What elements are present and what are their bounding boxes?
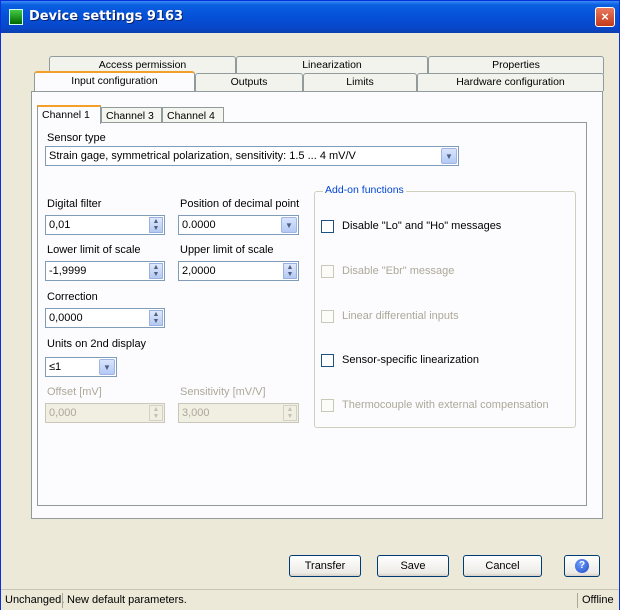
- tab-input-configuration[interactable]: Input configuration: [34, 71, 195, 91]
- window-title: Device settings 9163: [29, 9, 184, 24]
- spinner-icon[interactable]: ▲ ▼: [149, 217, 163, 233]
- disable-ebr-checkbox[interactable]: [321, 265, 334, 278]
- sensor-linearization-checkbox[interactable]: [321, 354, 334, 367]
- addon-functions-title: Add-on functions: [323, 184, 406, 196]
- digital-filter-value: 0,01: [49, 219, 71, 231]
- units-2nd-display-select[interactable]: ≤1 ▼: [45, 357, 117, 377]
- offset-value: 0,000: [49, 407, 77, 419]
- lower-limit-value: -1,9999: [49, 265, 87, 277]
- tab-hardware-configuration[interactable]: Hardware configuration: [417, 73, 604, 91]
- cancel-button[interactable]: Cancel: [463, 555, 542, 577]
- tab-limits[interactable]: Limits: [303, 73, 417, 91]
- digital-filter-label: Digital filter: [47, 198, 102, 210]
- status-state: Unchanged.: [5, 594, 65, 606]
- digital-filter-field[interactable]: 0,01 ▲ ▼: [45, 215, 165, 235]
- spinner-icon: ▲ ▼: [149, 405, 163, 421]
- decimal-point-select[interactable]: 0.0000 ▼: [178, 215, 299, 235]
- upper-limit-label: Upper limit of scale: [180, 244, 274, 256]
- help-icon: ?: [575, 559, 589, 573]
- spinner-icon[interactable]: ▲ ▼: [283, 263, 297, 279]
- help-button[interactable]: ?: [564, 555, 600, 577]
- correction-label: Correction: [47, 291, 98, 303]
- correction-field[interactable]: 0,0000 ▲ ▼: [45, 308, 165, 328]
- disable-lo-hi-checkbox[interactable]: [321, 220, 334, 233]
- spinner-icon[interactable]: ▲ ▼: [149, 310, 163, 326]
- sensor-type-label: Sensor type: [47, 132, 106, 144]
- spinner-icon[interactable]: ▲ ▼: [149, 263, 163, 279]
- sensitivity-value: 3,000: [182, 407, 210, 419]
- decimal-point-value: 0.0000: [182, 219, 216, 231]
- decimal-point-label: Position of decimal point: [180, 198, 300, 210]
- tab-linearization[interactable]: Linearization: [236, 56, 428, 74]
- app-icon: [9, 9, 23, 25]
- status-message: New default parameters.: [62, 593, 187, 608]
- units-2nd-display-label: Units on 2nd display: [47, 338, 147, 350]
- status-bar: Unchanged. New default parameters. Offli…: [1, 589, 619, 610]
- sensor-type-value: Strain gage, symmetrical polarization, s…: [49, 150, 356, 162]
- thermocouple-compensation-label: Thermocouple with external compensation: [342, 399, 549, 411]
- disable-ebr-label: Disable "Ebr" message: [342, 265, 455, 277]
- chevron-down-icon[interactable]: ▼: [281, 217, 297, 233]
- offset-label: Offset [mV]: [47, 386, 102, 398]
- thermocouple-compensation-checkbox[interactable]: [321, 399, 334, 412]
- close-button[interactable]: ×: [595, 7, 615, 27]
- title-bar[interactable]: Device settings 9163 ×: [1, 1, 619, 33]
- units-2nd-display-value: ≤1: [49, 361, 62, 373]
- tab-channel-1[interactable]: Channel 1: [37, 105, 101, 124]
- upper-limit-field[interactable]: 2,0000 ▲ ▼: [178, 261, 299, 281]
- linear-differential-label: Linear differential inputs: [342, 310, 459, 322]
- sensor-linearization-label: Sensor-specific linearization: [342, 354, 479, 366]
- lower-limit-label: Lower limit of scale: [47, 244, 141, 256]
- device-settings-window: Device settings 9163 × Access permission…: [0, 0, 620, 610]
- transfer-button[interactable]: Transfer: [289, 555, 361, 577]
- spinner-icon: ▲ ▼: [283, 405, 297, 421]
- lower-limit-field[interactable]: -1,9999 ▲ ▼: [45, 261, 165, 281]
- tab-properties[interactable]: Properties: [428, 56, 604, 74]
- chevron-down-icon[interactable]: ▼: [441, 148, 457, 164]
- sensitivity-label: Sensitivity [mV/V]: [180, 386, 266, 398]
- linear-differential-checkbox[interactable]: [321, 310, 334, 323]
- correction-value: 0,0000: [49, 312, 83, 324]
- status-connection: Offline: [577, 593, 614, 608]
- sensor-type-select[interactable]: Strain gage, symmetrical polarization, s…: [45, 146, 459, 166]
- upper-limit-value: 2,0000: [182, 265, 216, 277]
- tab-outputs[interactable]: Outputs: [195, 73, 303, 91]
- save-button[interactable]: Save: [377, 555, 449, 577]
- disable-lo-hi-label: Disable "Lo" and "Hо" messages: [342, 220, 502, 232]
- sensitivity-field[interactable]: 3,000 ▲ ▼: [178, 403, 299, 423]
- offset-field[interactable]: 0,000 ▲ ▼: [45, 403, 165, 423]
- chevron-down-icon[interactable]: ▼: [99, 359, 115, 375]
